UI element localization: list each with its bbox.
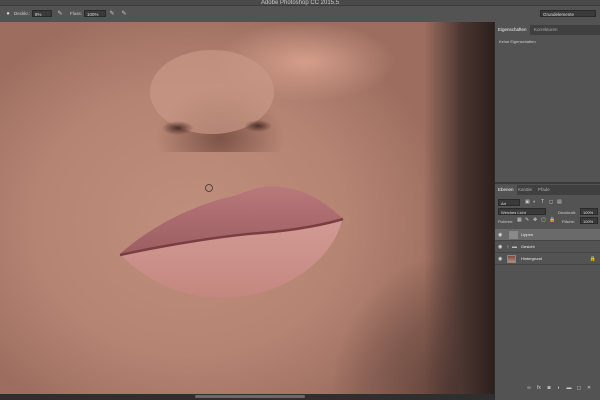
pressure-icon[interactable]: ✎ <box>56 10 64 18</box>
blend-mode-select[interactable]: Weiches Licht <box>498 208 546 215</box>
layer-row-lippen[interactable]: ◉ Lippen <box>495 229 600 241</box>
chevron-right-icon[interactable]: › <box>507 244 509 250</box>
tab-channels[interactable]: Kanäle <box>515 185 535 195</box>
lock-label: Fixieren: <box>498 219 514 224</box>
brush-settings-icon[interactable]: ✎ <box>120 10 128 18</box>
filter-shape-icon[interactable]: ◻ <box>549 199 553 206</box>
workspace-switcher[interactable]: Grundelemente <box>540 10 596 17</box>
folder-icon: ▬ <box>512 244 517 250</box>
document-canvas[interactable] <box>0 22 494 394</box>
eye-icon[interactable]: ◉ <box>498 232 504 238</box>
opacity-label: Deckkraft: <box>558 210 577 215</box>
fill-label: Fläche: <box>562 219 576 224</box>
properties-tabbar: Eigenschaften Korrekturen <box>495 25 600 35</box>
layer-style-icon[interactable]: fx <box>535 384 543 392</box>
lock-artboard-icon[interactable]: ▢ <box>541 217 546 224</box>
options-bar: ● Deckkr.: 8% ✎ Fluss: 100% ✎ ✎ Grundele… <box>0 6 600 23</box>
layer-name: Gesicht <box>521 244 535 249</box>
layer-name: Hintergrund <box>521 256 542 261</box>
layer-thumbnail <box>507 255 516 263</box>
delete-layer-icon[interactable]: ✕ <box>585 384 593 392</box>
lock-all-icon[interactable]: 🔒 <box>549 217 555 224</box>
right-panel: Eigenschaften Korrekturen Keine Eigensch… <box>494 22 600 400</box>
brush-preset-icon[interactable]: ● <box>4 10 12 18</box>
size-label: Deckkr.: <box>14 11 31 16</box>
photo-lips <box>119 50 344 298</box>
filter-pixel-icon[interactable]: ▣ <box>525 199 530 206</box>
tab-layers[interactable]: Ebenen <box>495 185 517 195</box>
filter-adjustment-icon[interactable]: ◐ <box>533 199 536 206</box>
tab-properties[interactable]: Eigenschaften <box>495 25 530 35</box>
new-group-icon[interactable]: ▬ <box>565 384 573 392</box>
filter-type-icon[interactable]: T <box>541 199 544 206</box>
tab-adjustments[interactable]: Korrekturen <box>531 25 561 35</box>
flow-label: Fluss: <box>70 11 83 16</box>
panel-divider[interactable] <box>495 182 600 184</box>
layers-tabbar: Ebenen Kanäle Pfade <box>495 185 600 195</box>
layer-row-gesicht[interactable]: ◉ › ▬ Gesicht <box>495 241 600 253</box>
link-layers-icon[interactable]: ∞ <box>525 384 533 392</box>
lock-transparent-icon[interactable]: ▦ <box>517 217 522 224</box>
new-layer-icon[interactable]: ◻ <box>575 384 583 392</box>
layers-footer: ∞ fx ◙ ◐ ▬ ◻ ✕ <box>495 382 600 394</box>
layer-thumbnail <box>509 231 518 239</box>
lock-pixels-icon[interactable]: ✎ <box>525 217 529 224</box>
fill-input[interactable]: 100% <box>580 217 598 224</box>
layer-filter-select[interactable]: Art <box>498 199 520 206</box>
properties-empty-text: Keine Eigenschaften <box>499 39 536 44</box>
eye-icon[interactable]: ◉ <box>498 256 504 262</box>
size-value[interactable]: 8% <box>32 10 52 17</box>
layer-name: Lippen <box>521 232 534 237</box>
add-mask-icon[interactable]: ◙ <box>545 384 553 392</box>
flow-value[interactable]: 100% <box>84 10 106 17</box>
layer-row-hintergrund[interactable]: ◉ Hintergrund 🔒 <box>495 253 600 265</box>
eye-icon[interactable]: ◉ <box>498 244 504 250</box>
tab-paths[interactable]: Pfade <box>535 185 553 195</box>
scrollbar-thumb[interactable] <box>195 395 305 398</box>
lock-position-icon[interactable]: ✥ <box>533 217 537 224</box>
airbrush-icon[interactable]: ✎ <box>108 10 116 18</box>
filter-smart-object-icon[interactable]: ▤ <box>557 199 562 206</box>
lock-icon: 🔒 <box>589 256 596 262</box>
new-adjustment-icon[interactable]: ◐ <box>555 384 563 392</box>
opacity-input[interactable]: 100% <box>580 208 598 215</box>
